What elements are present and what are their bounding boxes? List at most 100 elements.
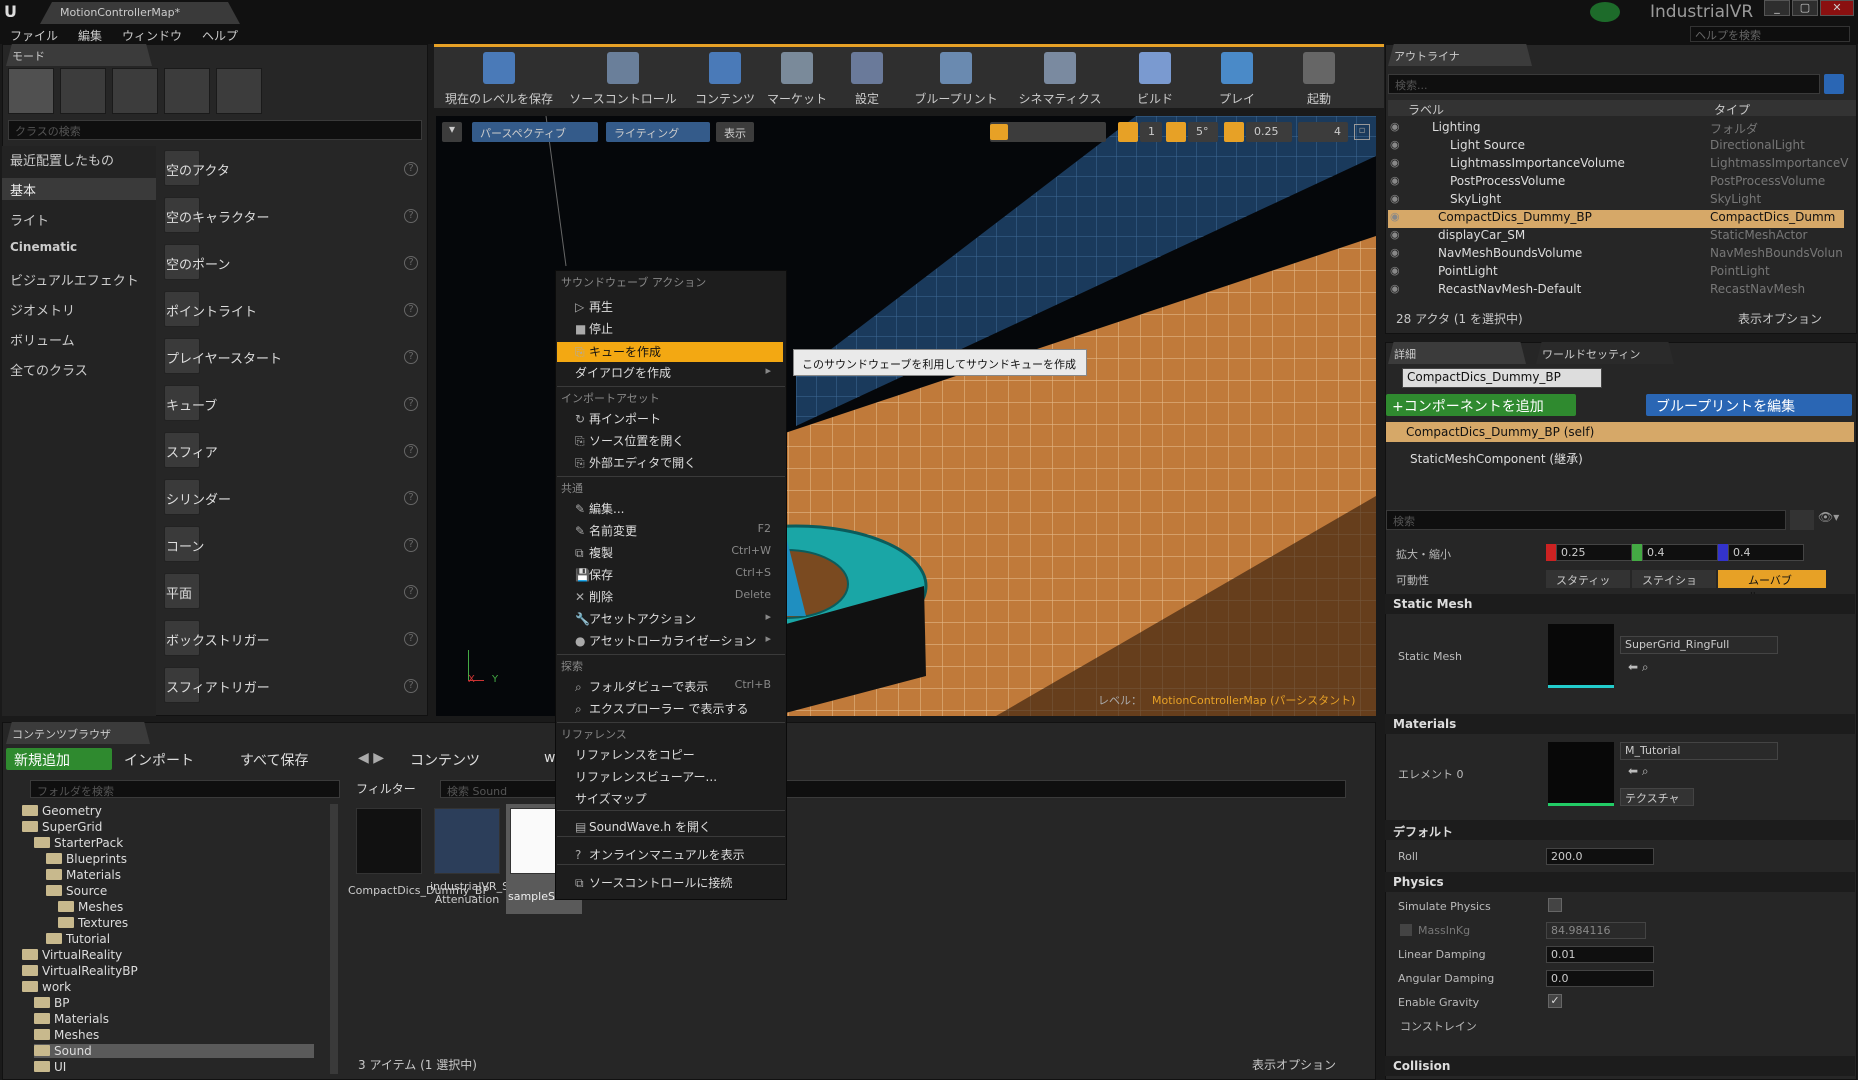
folder-tree-item[interactable]: Blueprints (46, 852, 127, 866)
grid-snap-icon[interactable] (1118, 122, 1138, 142)
outliner-row[interactable]: ◉ Lighting フォルダ (1388, 120, 1844, 138)
scale-snap-icon[interactable] (1224, 122, 1244, 142)
material-browse-icon[interactable]: ⬅ ⌕ (1628, 764, 1649, 779)
mass-override-checkbox[interactable] (1400, 924, 1412, 936)
menu-window[interactable]: ウィンドウ (122, 27, 182, 44)
help-icon[interactable]: ? (404, 444, 418, 458)
menu-item-asset-actions[interactable]: 🔧アセットアクション ▸ (575, 610, 775, 627)
texture-dropdown[interactable]: テクスチャ (1620, 788, 1694, 806)
toolbar-button[interactable]: シネマティクス (1010, 52, 1110, 107)
outliner-row[interactable]: ◉ Light Source DirectionalLight (1388, 138, 1844, 156)
outliner-row[interactable]: ◉ SkyLight SkyLight (1388, 192, 1844, 210)
scale-x-input[interactable]: 0.25 (1556, 544, 1632, 561)
outliner-row[interactable]: ◉ PointLight PointLight (1388, 264, 1844, 282)
path-next[interactable]: w (544, 750, 555, 766)
toolbar-button[interactable]: マーケット (762, 52, 832, 107)
asset-name-blueprint[interactable]: CompactDics_Dummy_BP (348, 884, 489, 897)
static-mesh-dropdown[interactable]: SuperGrid_RingFull (1620, 636, 1778, 654)
category-all-classes[interactable]: 全てのクラス (10, 360, 88, 379)
outliner-row[interactable]: ◉ RecastNavMesh-Default RecastNavMesh (1388, 282, 1844, 300)
section-static-mesh[interactable]: Static Mesh (1385, 594, 1855, 614)
add-new-button[interactable]: 新規追加 (6, 748, 112, 770)
col-type[interactable]: タイプ (1714, 101, 1750, 118)
simulate-physics-checkbox[interactable] (1548, 898, 1562, 912)
menu-item-ref-viewer[interactable]: リファレンスビューアー... (575, 768, 775, 785)
outliner-view-options[interactable]: 表示オプション (1738, 310, 1822, 327)
enable-gravity-checkbox[interactable]: ✓ (1548, 994, 1562, 1008)
material-dropdown[interactable]: M_Tutorial (1620, 742, 1778, 760)
scale-y-input[interactable]: 0.4 (1642, 544, 1718, 561)
menu-item-create-dialog[interactable]: ダイアログを作成 ▸ (575, 364, 775, 381)
filter-button[interactable]: フィルター (356, 780, 416, 797)
grid-snap-value[interactable]: 1 (1140, 122, 1162, 142)
section-default[interactable]: デフォルト (1385, 820, 1855, 840)
menu-item-asset-loc[interactable]: ● アセットローカライゼーション ▸ (575, 632, 775, 649)
menu-item-edit[interactable]: ✎ 編集... (575, 500, 775, 517)
component-static-mesh[interactable]: StaticMeshComponent (継承) (1410, 450, 1583, 467)
visibility-eye-icon[interactable]: ◉ (1390, 246, 1400, 259)
help-icon[interactable]: ? (404, 256, 418, 270)
category-basic[interactable]: 基本 (10, 180, 36, 199)
paint-mode-icon[interactable] (60, 68, 106, 114)
linear-damping-input[interactable]: 0.01 (1546, 946, 1654, 963)
use-selected-arrow-icon[interactable]: ⬅ ⌕ (1628, 660, 1649, 675)
asset-thumb-attenuation[interactable] (434, 808, 500, 874)
maximize-button[interactable]: ▢ (1792, 0, 1818, 16)
camera-speed-value[interactable]: 4 (1326, 122, 1348, 142)
help-icon[interactable]: ? (404, 679, 418, 693)
menu-item-size-map[interactable]: サイズマップ (575, 790, 775, 807)
add-component-button[interactable]: +コンポーネントを追加 (1386, 394, 1576, 416)
menu-item-source-control[interactable]: ⧉ ソースコントロールに接続 (575, 874, 775, 891)
show-button[interactable]: 表示 (716, 122, 754, 142)
asset-thumb-blueprint[interactable] (356, 808, 422, 874)
add-folder-icon[interactable] (1824, 74, 1844, 94)
help-icon[interactable]: ? (404, 350, 418, 364)
rotation-snap-icon[interactable] (1166, 122, 1186, 142)
visibility-eye-icon[interactable]: ◉ (1390, 228, 1400, 241)
folder-tree-item[interactable]: StarterPack (34, 836, 123, 850)
source-control-status-icon[interactable] (1590, 2, 1620, 22)
foliage-mode-icon[interactable] (164, 68, 210, 114)
folder-tree-item[interactable]: work (22, 980, 71, 994)
mode-item[interactable]: 平面 (166, 583, 192, 602)
toolbar-button[interactable]: 起動 (1284, 52, 1354, 107)
menu-item-copy-ref[interactable]: リファレンスをコピー (575, 746, 775, 763)
landscape-mode-icon[interactable] (112, 68, 158, 114)
menu-item-duplicate[interactable]: ⧉ 複製 Ctrl+W (575, 544, 775, 561)
visibility-eye-icon[interactable]: ◉ (1390, 282, 1400, 295)
camera-speed-icon[interactable] (1298, 122, 1328, 142)
folder-search-input[interactable]: フォルダを検索 (30, 780, 340, 798)
minimize-button[interactable]: _ (1764, 0, 1790, 16)
mobility-movable-button[interactable]: ムーバブル (1718, 570, 1826, 603)
tab-content-browser[interactable]: コンテンツブラウザ (6, 722, 150, 744)
folder-tree-item[interactable]: VirtualReality (22, 948, 122, 962)
category-cinematic[interactable]: Cinematic (10, 240, 77, 254)
visibility-eye-icon[interactable]: 👁▾ (1818, 510, 1852, 530)
section-collision[interactable]: Collision (1385, 1056, 1855, 1076)
actor-name-input[interactable]: CompactDics_Dummy_BP (1402, 368, 1602, 388)
category-geometry[interactable]: ジオメトリ (10, 300, 75, 319)
help-search-input[interactable]: ヘルプを検索 (1690, 26, 1850, 42)
toolbar-button[interactable]: 現在のレベルを保存 (440, 52, 558, 107)
maximize-viewport-icon[interactable]: ▫ (1354, 124, 1370, 140)
visibility-eye-icon[interactable]: ◉ (1390, 174, 1400, 187)
geometry-mode-icon[interactable] (216, 68, 262, 114)
outliner-row[interactable]: ◉ NavMeshBoundsVolume NavMeshBoundsVolun (1388, 246, 1844, 264)
path-root[interactable]: コンテンツ (410, 750, 480, 770)
edit-blueprint-button[interactable]: ブループリントを編集 (1646, 394, 1852, 416)
tree-scrollbar[interactable] (330, 804, 338, 1074)
folder-tree-item[interactable]: Meshes (58, 900, 123, 914)
static-mesh-thumbnail[interactable] (1548, 624, 1614, 688)
menu-item-stop[interactable]: ■ 停止 (575, 320, 775, 337)
col-label[interactable]: ラベル (1408, 101, 1444, 118)
toolbar-button[interactable]: ソースコントロール (558, 52, 688, 107)
material-thumbnail[interactable] (1548, 742, 1614, 806)
class-search-input[interactable]: クラスの検索 (8, 120, 422, 140)
import-button[interactable]: インポート (124, 750, 194, 770)
help-icon[interactable]: ? (404, 585, 418, 599)
mode-item[interactable]: ボックストリガー (166, 630, 270, 649)
section-physics[interactable]: Physics (1385, 872, 1855, 892)
outliner-row[interactable]: ◉ LightmassImportanceVolume LightmassImpor… (1388, 156, 1848, 174)
mode-item[interactable]: シリンダー (166, 489, 231, 508)
toolbar-button[interactable]: プレイ (1202, 52, 1272, 107)
